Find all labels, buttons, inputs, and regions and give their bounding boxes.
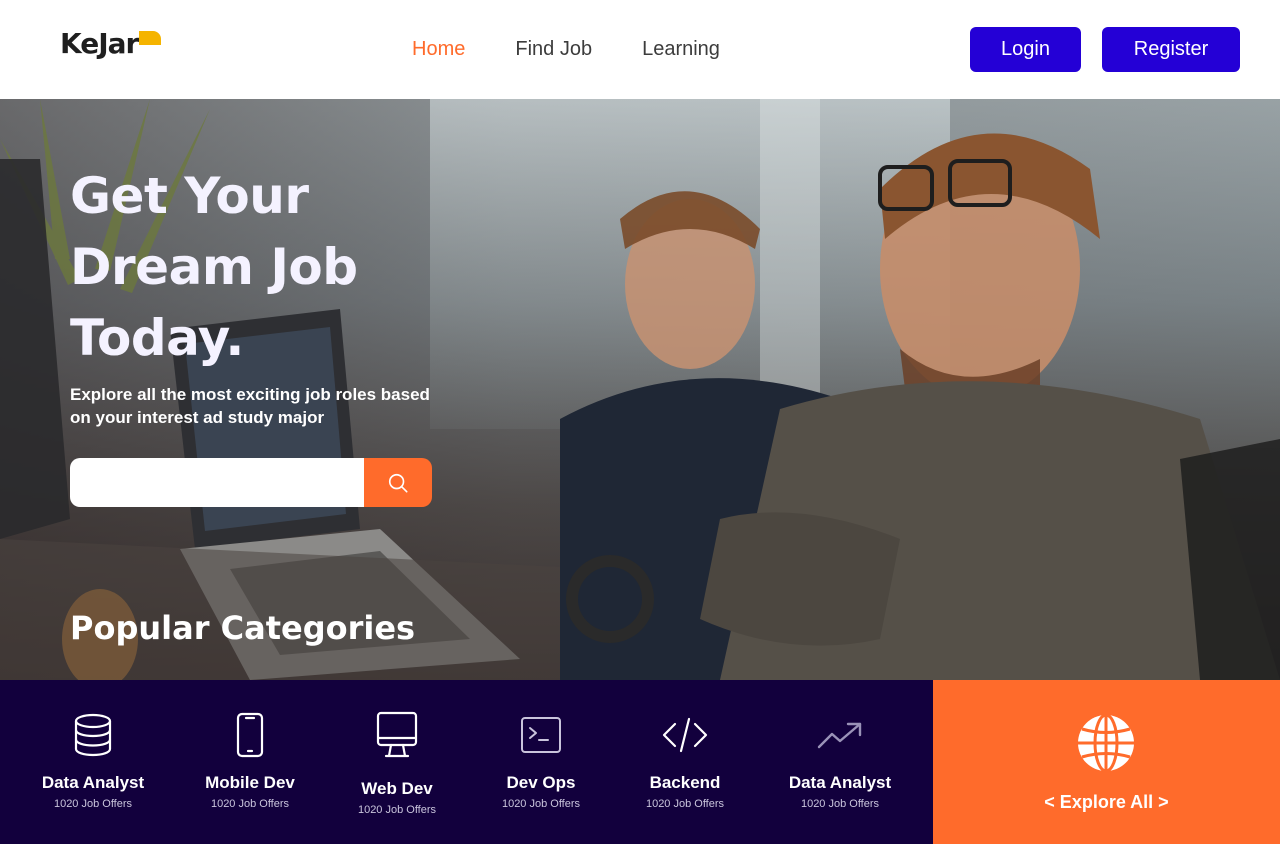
brand-name: KeJar	[60, 27, 139, 60]
search-icon	[388, 473, 408, 493]
hero-title: Get Your Dream Job Today.	[70, 161, 490, 374]
search-button[interactable]	[364, 458, 432, 507]
category-name: Backend	[649, 773, 721, 792]
category-name: Data Analyst	[41, 773, 145, 792]
hero-title-line-1: Get Your	[70, 167, 309, 225]
category-job-count: 1020 Job Offers	[53, 798, 133, 810]
search-input[interactable]	[70, 458, 364, 507]
nav-item-learning[interactable]: Learning	[642, 36, 720, 62]
logo-accent-shape	[139, 31, 161, 45]
terminal-icon	[516, 710, 566, 760]
register-button[interactable]: Register	[1102, 27, 1240, 72]
category-card[interactable]: Data Analyst 1020 Job Offers	[3, 680, 183, 844]
explore-all-label: < Explore All >	[1044, 792, 1169, 812]
code-icon	[660, 710, 710, 760]
category-job-count: 1020 Job Offers	[645, 798, 725, 810]
login-button[interactable]: Login	[970, 27, 1081, 72]
hero-title-line-2: Dream Job	[70, 238, 358, 296]
hero-subtitle: Explore all the most exciting job roles …	[70, 385, 430, 427]
hero-section: Get Your Dream Job Today. Explore all th…	[0, 99, 1280, 680]
category-job-count: 1020 Job Offers	[800, 798, 880, 810]
job-search-bar	[70, 458, 432, 507]
category-strip: Data Analyst 1020 Job Offers Mobile Dev …	[0, 680, 933, 844]
brand-logo[interactable]: KeJar	[60, 27, 161, 60]
smartphone-icon	[225, 710, 275, 760]
category-card[interactable]: Data Analyst 1020 Job Offers	[750, 680, 930, 844]
category-card[interactable]: Backend 1020 Job Offers	[595, 680, 775, 844]
popular-categories-title: Popular Categories	[70, 609, 416, 647]
site-header: KeJar Home Find Job Learning Login Regis…	[0, 0, 1280, 99]
category-name: Data Analyst	[788, 773, 892, 792]
globe-icon	[1077, 713, 1135, 773]
database-icon	[68, 710, 118, 760]
nav-item-home[interactable]: Home	[412, 36, 465, 62]
explore-all-button[interactable]: < Explore All >	[933, 680, 1280, 844]
nav-item-find-job[interactable]: Find Job	[515, 36, 592, 62]
trending-up-icon	[815, 710, 865, 760]
main-nav: Home Find Job Learning	[412, 36, 720, 62]
monitor-icon	[372, 710, 422, 760]
hero-title-line-3: Today.	[70, 309, 244, 367]
